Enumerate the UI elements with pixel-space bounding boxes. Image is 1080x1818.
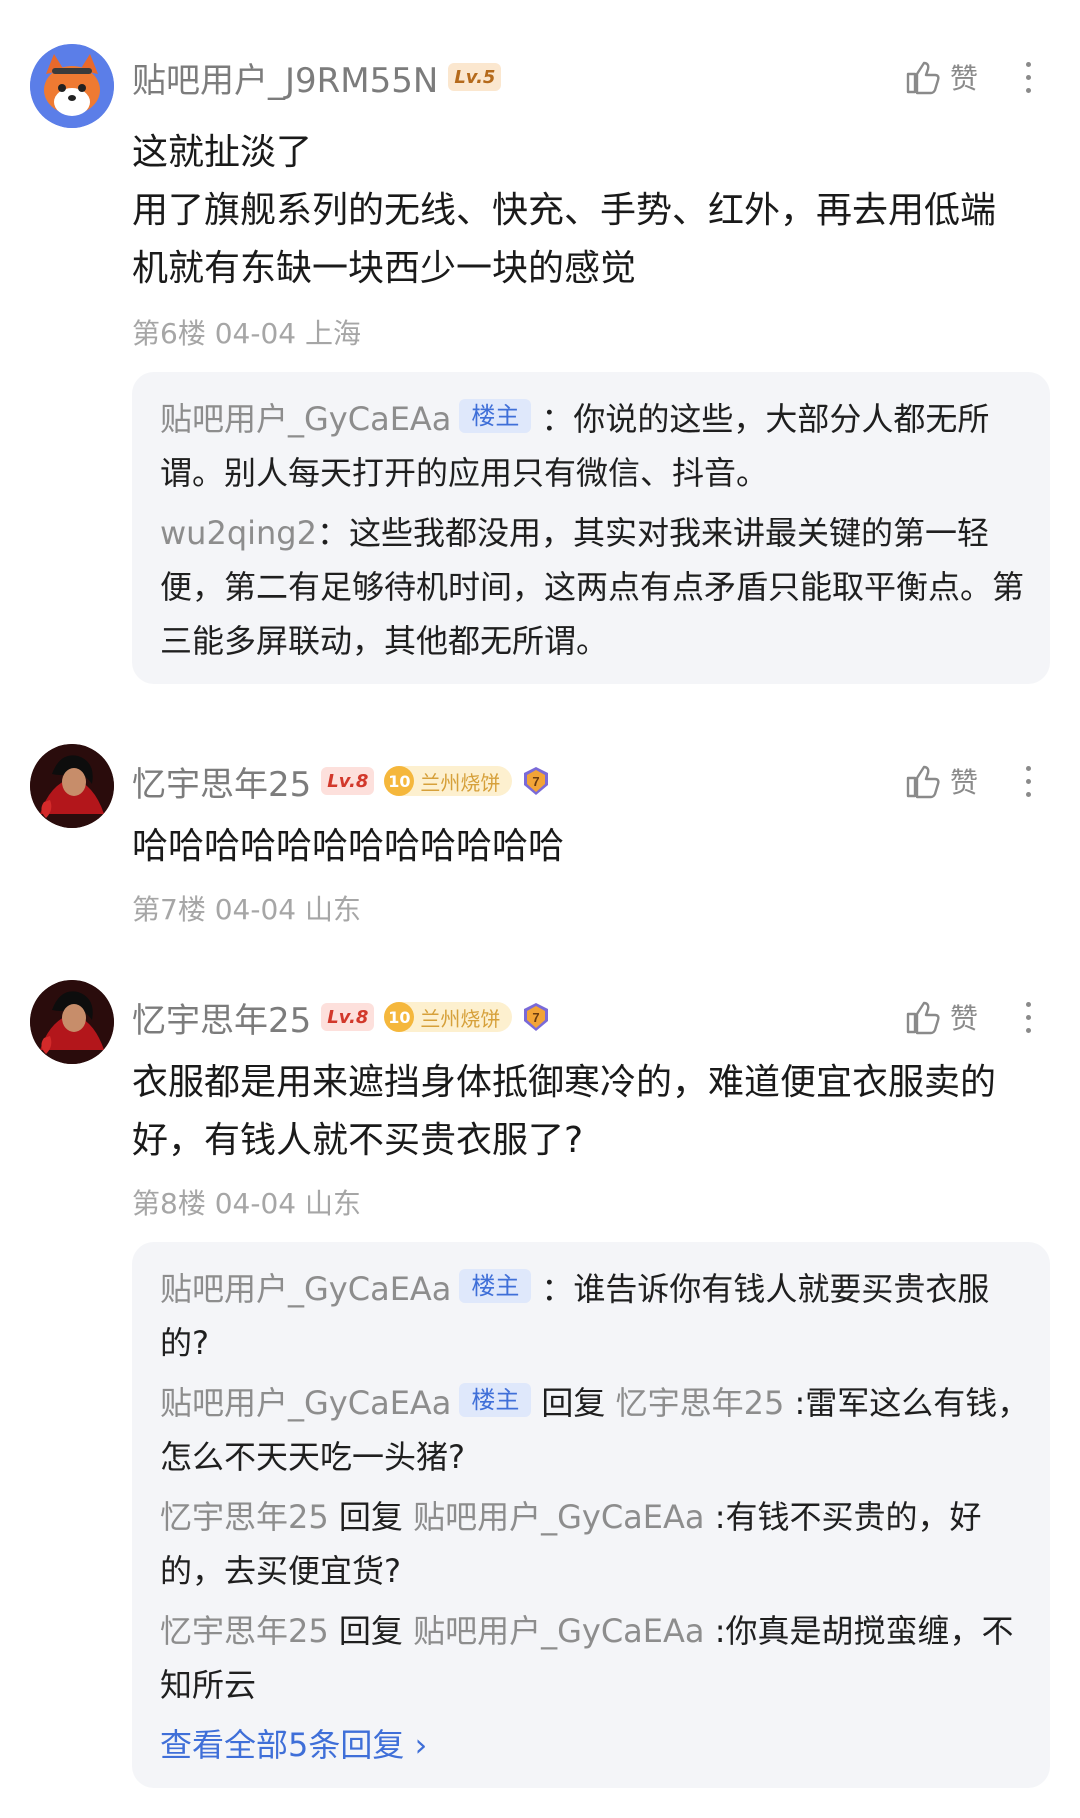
view-all-replies-link[interactable]: 查看全部5条回复 ›	[160, 1720, 427, 1766]
svg-text:7: 7	[533, 774, 540, 789]
reply-author[interactable]: wu2qing2	[160, 514, 317, 552]
medal-level: 10	[384, 1002, 415, 1032]
level-badge: Lv.8	[321, 767, 375, 795]
reply-item[interactable]: 贴吧用户_GyCaEAa 楼主 回复 忆宇思年25 :雷军这么有钱，怎么不天天吃一头…	[160, 1376, 1030, 1484]
reply-item[interactable]: 忆宇思年25 回复 贴吧用户_GyCaEAa :你真是胡搅蛮缠，不知所云	[160, 1604, 1030, 1712]
host-badge: 楼主	[459, 1383, 532, 1417]
achievement-badge-icon: 7	[524, 767, 549, 795]
comment-content: 衣服都是用来遮挡身体抵御寒冷的，难道便宜衣服卖的 好，有钱人就不买贵衣服了?	[132, 1062, 997, 1161]
avatar[interactable]	[30, 744, 114, 828]
username[interactable]: 忆宇思年25	[132, 757, 311, 806]
username[interactable]: 忆宇思年25	[132, 993, 311, 1042]
more-options-icon[interactable]	[1016, 52, 1040, 102]
level-badge: Lv.5	[448, 63, 502, 91]
author-row: 忆宇思年25 Lv.8 10 兰州烧饼 7	[132, 992, 550, 1042]
post-location: 山东	[305, 893, 362, 926]
reply-author[interactable]: 忆宇思年25	[160, 1498, 329, 1536]
reply-author[interactable]: 贴吧用户_GyCaEAa	[160, 1270, 451, 1308]
reply-item[interactable]: 贴吧用户_GyCaEAa 楼主 ：你说的这些，大部分人都无所谓。别人每天打开的应用只…	[160, 392, 1030, 500]
post-location: 上海	[305, 317, 362, 350]
thumbs-up-icon	[906, 1001, 940, 1035]
comment-meta: 第6楼 04-04 上海	[132, 312, 361, 352]
reply-word: 回复	[338, 1612, 403, 1650]
fox-avatar-icon	[30, 44, 114, 128]
medal-text: 兰州烧饼	[420, 770, 501, 795]
view-all-label: 查看全部5条回复	[160, 1726, 405, 1764]
like-label: 赞	[950, 766, 979, 799]
chevron-right-icon: ›	[414, 1726, 428, 1764]
like-button[interactable]: 赞	[904, 756, 978, 806]
avatar[interactable]	[30, 980, 114, 1064]
character-avatar-icon	[30, 980, 114, 1064]
comment-content: 哈哈哈哈哈哈哈哈哈哈哈哈	[132, 826, 565, 867]
floor-number: 第6楼	[132, 317, 206, 350]
comment-content: 这就扯淡了 用了旗舰系列的无线、快充、手势、红外，再去用低端 机就有东缺一块西少…	[132, 132, 997, 289]
reply-word: 回复	[541, 1384, 606, 1422]
achievement-badge-icon: 7	[524, 1003, 549, 1031]
floor-number: 第8楼	[132, 1187, 206, 1220]
reply-list: 贴吧用户_GyCaEAa 楼主 ：你说的这些，大部分人都无所谓。别人每天打开的应用只…	[132, 372, 1050, 684]
like-button[interactable]: 赞	[904, 52, 978, 102]
comment-meta: 第8楼 04-04 山东	[132, 1182, 361, 1222]
host-badge: 楼主	[459, 399, 532, 433]
fan-medal[interactable]: 10 兰州烧饼	[384, 766, 513, 796]
reply-item[interactable]: 忆宇思年25 回复 贴吧用户_GyCaEAa :有钱不买贵的，好的，去买便宜货?	[160, 1490, 1030, 1598]
level-badge: Lv.8	[321, 1003, 375, 1031]
medal-text: 兰州烧饼	[420, 1006, 501, 1031]
comment-meta: 第7楼 04-04 山东	[132, 888, 361, 928]
more-options-icon[interactable]	[1016, 756, 1040, 806]
reply-target[interactable]: 贴吧用户_GyCaEAa	[413, 1498, 704, 1536]
like-label: 赞	[950, 62, 979, 95]
post-location: 山东	[305, 1187, 362, 1220]
reply-author[interactable]: 贴吧用户_GyCaEAa	[160, 400, 451, 438]
reply-author[interactable]: 忆宇思年25	[160, 1612, 329, 1650]
reply-item[interactable]: wu2qing2：这些我都没用，其实对我来讲最关键的第一轻便，第二有足够待机时间…	[160, 506, 1030, 668]
thumbs-up-icon	[906, 765, 940, 799]
medal-level: 10	[384, 766, 415, 796]
svg-text:7: 7	[533, 1010, 540, 1025]
post-date: 04-04	[214, 1187, 297, 1220]
reply-target[interactable]: 贴吧用户_GyCaEAa	[413, 1612, 704, 1650]
character-avatar-icon	[30, 744, 114, 828]
author-row: 贴吧用户_J9RM55N Lv.5	[132, 52, 502, 102]
like-button[interactable]: 赞	[904, 992, 978, 1042]
reply-author[interactable]: 贴吧用户_GyCaEAa	[160, 1384, 451, 1422]
host-badge: 楼主	[459, 1269, 532, 1303]
reply-item[interactable]: 贴吧用户_GyCaEAa 楼主 ：谁告诉你有钱人就要买贵衣服的?	[160, 1262, 1030, 1370]
reply-list: 贴吧用户_GyCaEAa 楼主 ：谁告诉你有钱人就要买贵衣服的? 贴吧用户_GyCa…	[132, 1242, 1050, 1788]
username[interactable]: 贴吧用户_J9RM55N	[132, 53, 438, 102]
like-label: 赞	[950, 1002, 979, 1035]
more-options-icon[interactable]	[1016, 992, 1040, 1042]
fan-medal[interactable]: 10 兰州烧饼	[384, 1002, 513, 1032]
author-row: 忆宇思年25 Lv.8 10 兰州烧饼 7	[132, 756, 550, 806]
reply-target[interactable]: 忆宇思年25	[616, 1384, 785, 1422]
avatar[interactable]	[30, 44, 114, 128]
reply-word: 回复	[338, 1498, 403, 1536]
post-date: 04-04	[214, 317, 297, 350]
thumbs-up-icon	[906, 61, 940, 95]
floor-number: 第7楼	[132, 893, 206, 926]
post-date: 04-04	[214, 893, 297, 926]
